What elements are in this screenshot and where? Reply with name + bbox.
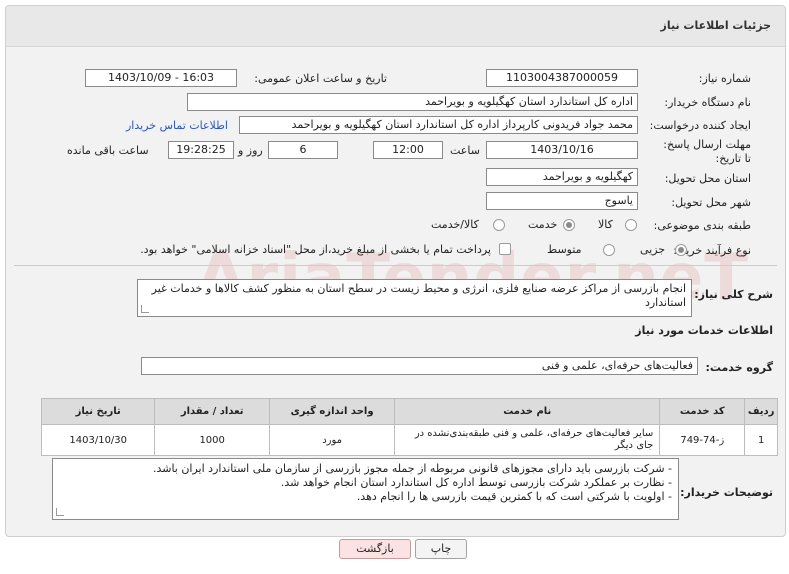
- summary-text: انجام بازرسی از مراکز عرضه صنایع فلزی، ا…: [151, 282, 686, 309]
- category-label: طبقه بندی موضوعی:: [653, 219, 751, 232]
- need-number-label: شماره نیاز:: [698, 72, 751, 85]
- requester-label: ایجاد کننده درخواست:: [649, 119, 751, 132]
- cell-need-date: 1403/10/30: [40, 424, 156, 456]
- cell-service-code: ز-74-749: [659, 424, 746, 456]
- process-option-medium: متوسط: [547, 243, 582, 256]
- services-table: ردیف کد خدمت نام خدمت واحد اندازه گیری ت…: [40, 398, 778, 456]
- announce-datetime-label: تاریخ و ساعت اعلان عمومی:: [254, 72, 387, 85]
- buyer-note-line-1: - شرکت بازرسی باید دارای مجوزهای قانونی …: [152, 462, 672, 475]
- col-service-name: نام خدمت: [394, 398, 661, 425]
- col-quantity: تعداد / مقدار: [154, 398, 270, 425]
- back-button[interactable]: بازگشت: [339, 539, 411, 559]
- remaining-time-field: 19:28:25: [168, 141, 234, 159]
- summary-label: شرح کلی نیاز:: [694, 288, 773, 301]
- table-header-row: ردیف کد خدمت نام خدمت واحد اندازه گیری ت…: [40, 398, 778, 425]
- table-row: 1 ز-74-749 سایر فعالیت‌های حرفه‌ای، علمی…: [40, 424, 778, 456]
- need-number-field: 1103004387000059: [486, 69, 638, 87]
- category-option-service: خدمت: [528, 218, 558, 231]
- category-radio-service[interactable]: [563, 219, 575, 231]
- treasury-note: پرداخت تمام یا بخشی از مبلغ خرید،از محل …: [140, 243, 491, 256]
- services-section-title: اطلاعات خدمات مورد نیاز: [635, 324, 773, 337]
- divider: [14, 265, 777, 266]
- days-label: روز و: [238, 144, 263, 157]
- process-option-minor: جزیی: [640, 243, 666, 256]
- col-row: ردیف: [744, 398, 778, 425]
- buyer-contact-link[interactable]: اطلاعات تماس خریدار: [126, 119, 228, 132]
- deadline-time-label: ساعت: [450, 144, 480, 157]
- col-unit: واحد اندازه گیری: [268, 398, 396, 425]
- delivery-province-label: استان محل تحویل:: [664, 172, 751, 185]
- cell-row: 1: [744, 424, 778, 456]
- remaining-time-label: ساعت باقی مانده: [67, 144, 149, 157]
- details-panel: جزئیات اطلاعات نیاز AriaTender.neT شماره…: [5, 5, 786, 537]
- announce-datetime-field: 1403/10/09 - 16:03: [85, 69, 237, 87]
- panel-title: جزئیات اطلاعات نیاز: [660, 19, 772, 32]
- cell-unit: مورد: [268, 424, 396, 456]
- treasury-checkbox[interactable]: [499, 243, 511, 255]
- process-radio-medium[interactable]: [603, 244, 615, 256]
- cell-service-name: سایر فعالیت‌های حرفه‌ای، علمی و فنی طبقه…: [394, 424, 661, 456]
- cell-quantity: 1000: [154, 424, 270, 456]
- deadline-label: مهلت ارسال پاسخ: تا تاریخ:: [663, 138, 751, 165]
- buyer-note-line-2: - نظارت بر عملکرد شرکت بازرسی توسط اداره…: [280, 476, 672, 489]
- category-radio-goods[interactable]: [625, 219, 637, 231]
- remaining-days-field: 6: [268, 141, 338, 159]
- delivery-city-field: یاسوج: [486, 192, 638, 210]
- delivery-province-field: کهگیلویه و بویراحمد: [486, 168, 638, 186]
- resize-grip-icon[interactable]: [141, 305, 149, 313]
- delivery-city-label: شهر محل تحویل:: [671, 196, 751, 209]
- buyer-org-field: اداره کل استاندارد استان کهگیلویه و بویر…: [187, 93, 638, 111]
- category-option-goods-service: کالا/خدمت: [431, 218, 479, 231]
- category-radio-goods-service[interactable]: [493, 219, 505, 231]
- buyer-org-label: نام دستگاه خریدار:: [664, 96, 751, 109]
- col-service-code: کد خدمت: [659, 398, 746, 425]
- deadline-time-field: 12:00: [373, 141, 443, 159]
- col-need-date: تاریخ نیاز: [40, 398, 156, 425]
- buyer-note-line-3: - اولویت با شرکتی است که با کمترین قیمت …: [356, 490, 672, 503]
- summary-textarea[interactable]: انجام بازرسی از مراکز عرضه صنایع فلزی، ا…: [137, 279, 692, 317]
- resize-grip-icon[interactable]: [56, 508, 64, 516]
- panel-header: جزئیات اطلاعات نیاز: [6, 6, 785, 47]
- service-group-label: گروه خدمت:: [705, 361, 773, 374]
- deadline-date-field: 1403/10/16: [486, 141, 638, 159]
- requester-field: محمد جواد فریدونی کارپرداز اداره کل استا…: [239, 116, 638, 134]
- process-radio-minor[interactable]: [675, 244, 687, 256]
- buyer-notes-label: توضیحات خریدار:: [680, 486, 773, 499]
- buyer-notes-textarea[interactable]: - شرکت بازرسی باید دارای مجوزهای قانونی …: [52, 458, 679, 520]
- print-button[interactable]: چاپ: [415, 539, 467, 559]
- category-option-goods: کالا: [598, 218, 613, 231]
- service-group-field: فعالیت‌های حرفه‌ای، علمی و فنی: [141, 357, 698, 375]
